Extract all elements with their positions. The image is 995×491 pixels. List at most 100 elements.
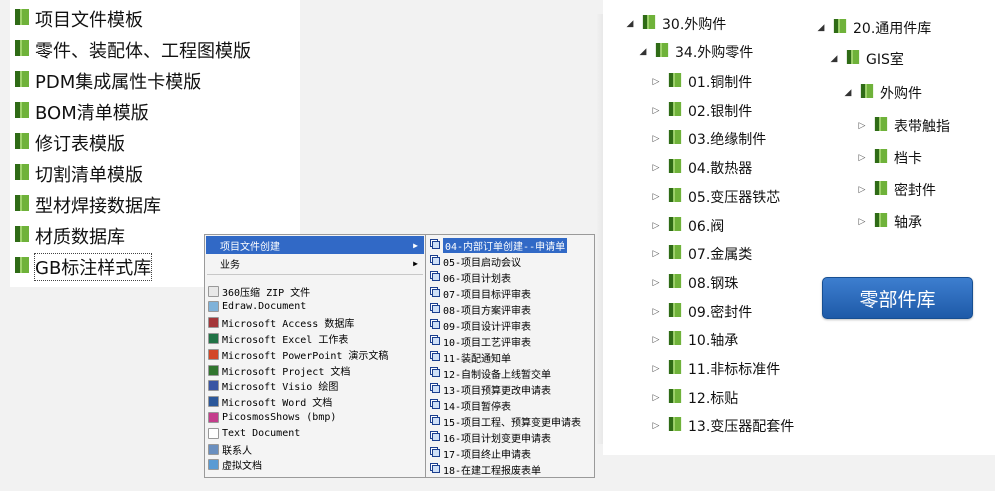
menu-item-label: Microsoft Word 文档 <box>222 398 333 410</box>
expand-arrow-icon[interactable]: ▷ <box>650 307 662 317</box>
submenu-item[interactable]: 18-在建工程报废表单 <box>427 461 594 477</box>
expand-arrow-icon[interactable]: ▷ <box>650 221 662 231</box>
tree-node-part-category[interactable]: ▷ 13.变压器配套件 <box>650 414 794 438</box>
submenu-item-label: 13-项目预算更改申请表 <box>443 385 552 397</box>
new-file-menu-item[interactable]: 联系人 <box>206 441 424 457</box>
new-file-menu-item[interactable]: 虚拟文档 <box>206 457 424 473</box>
menu-item-business[interactable]: 业务 ▶ <box>206 254 424 272</box>
new-file-menu-item[interactable]: PicosmosShows (bmp) <box>206 409 424 425</box>
submenu-item[interactable]: 16-项目计划变更申请表 <box>427 429 594 445</box>
new-file-menu-item[interactable]: 360压缩 ZIP 文件 <box>206 283 424 299</box>
tree-node-purchased-parts[interactable]: ◢ 外购件 <box>842 81 922 105</box>
expand-arrow-icon[interactable]: ▷ <box>856 153 868 163</box>
folder-item[interactable]: BOM清单模版 <box>14 97 149 127</box>
tree-node-part-category[interactable]: ▷ 04.散热器 <box>650 156 752 180</box>
parts-library-button[interactable]: 零部件库 <box>822 277 973 319</box>
folder-icon <box>14 225 30 248</box>
expand-arrow-icon[interactable]: ▷ <box>650 421 662 431</box>
tree-node-general-root[interactable]: ◢ 20.通用件库 <box>815 16 931 40</box>
expand-arrow-icon[interactable]: ▷ <box>650 364 662 374</box>
tree-node-part-category[interactable]: ▷ 03.绝缘制件 <box>650 127 766 151</box>
submenu-item[interactable]: 14-项目暂停表 <box>427 397 594 413</box>
tree-node-label: 07.金属类 <box>688 247 753 264</box>
collapse-arrow-icon[interactable]: ◢ <box>828 54 840 64</box>
expand-arrow-icon[interactable]: ▷ <box>650 163 662 173</box>
collapse-arrow-icon[interactable]: ◢ <box>637 47 649 57</box>
folder-label: 型材焊接数据库 <box>35 196 161 217</box>
expand-arrow-icon[interactable]: ▷ <box>856 185 868 195</box>
expand-arrow-icon[interactable]: ▷ <box>650 192 662 202</box>
expand-arrow-icon[interactable]: ▷ <box>650 134 662 144</box>
expand-arrow-icon[interactable]: ▷ <box>650 393 662 403</box>
expand-arrow-icon[interactable]: ▷ <box>650 249 662 259</box>
new-file-menu-item[interactable]: Text Document <box>206 425 424 441</box>
submenu-item[interactable]: 10-项目工艺评审表 <box>427 333 594 349</box>
expand-arrow-icon[interactable]: ▷ <box>650 77 662 87</box>
folder-label: 零件、装配体、工程图模版 <box>35 41 251 62</box>
submenu-item[interactable]: 13-项目预算更改申请表 <box>427 381 594 397</box>
tree-node-part-category[interactable]: ▷ 06.阀 <box>650 214 724 238</box>
expand-arrow-icon[interactable]: ▷ <box>650 335 662 345</box>
expand-arrow-icon[interactable]: ▷ <box>650 106 662 116</box>
collapse-arrow-icon[interactable]: ◢ <box>842 88 854 98</box>
tree-node-part-category[interactable]: ▷ 轴承 <box>856 210 922 234</box>
submenu-item[interactable]: 06-项目计划表 <box>427 269 594 285</box>
new-file-menu-item[interactable]: Microsoft Word 文档 <box>206 394 424 410</box>
folder-icon <box>14 163 30 186</box>
submenu-item[interactable]: 11-装配通知单 <box>427 349 594 365</box>
folder-icon <box>668 330 682 350</box>
new-file-menu-item[interactable]: Microsoft Project 文档 <box>206 362 424 378</box>
collapse-arrow-icon[interactable]: ◢ <box>624 19 636 29</box>
submenu-item[interactable]: 07-项目目标评审表 <box>427 285 594 301</box>
folder-item[interactable]: GB标注样式库 <box>14 252 153 282</box>
tree-node-part-category[interactable]: ▷ 01.铜制件 <box>650 70 752 94</box>
submenu-item[interactable]: 08-项目方案评审表 <box>427 301 594 317</box>
file-type-icon <box>208 332 219 344</box>
folder-icon <box>874 212 888 232</box>
folder-item[interactable]: 修订表模版 <box>14 128 125 158</box>
folder-item[interactable]: 零件、装配体、工程图模版 <box>14 35 251 65</box>
tree-node-part-category[interactable]: ▷ 10.轴承 <box>650 328 738 352</box>
folder-item[interactable]: 项目文件模板 <box>14 4 143 34</box>
submenu-item[interactable]: 12-自制设备上线暂交单 <box>427 365 594 381</box>
tree-node-gis-room[interactable]: ◢ GIS室 <box>828 47 904 71</box>
document-icon <box>430 238 440 252</box>
tree-node-part-category[interactable]: ▷ 11.非标标准件 <box>650 357 780 381</box>
submenu-item[interactable]: 09-项目设计评审表 <box>427 317 594 333</box>
tree-node-part-category[interactable]: ▷ 档卡 <box>856 146 922 170</box>
folder-icon <box>14 132 30 155</box>
new-file-menu-item[interactable]: Microsoft Visio 绘图 <box>206 378 424 394</box>
document-icon <box>430 414 440 428</box>
expand-arrow-icon[interactable]: ▷ <box>856 217 868 227</box>
submenu-item[interactable]: 04-内部订单创建--申请单 <box>427 237 594 253</box>
tree-node-purchased-child[interactable]: ◢ 34.外购零件 <box>637 40 753 64</box>
new-file-menu-item[interactable]: Microsoft PowerPoint 演示文稿 <box>206 346 424 362</box>
submenu-item[interactable]: 17-项目终止申请表 <box>427 445 594 461</box>
submenu-item[interactable]: 15-项目工程、预算变更申请表 <box>427 413 594 429</box>
document-icon <box>430 286 440 300</box>
new-file-menu-item[interactable]: Microsoft Excel 工作表 <box>206 330 424 346</box>
document-icon <box>430 462 440 476</box>
tree-node-purchased-root[interactable]: ◢ 30.外购件 <box>624 12 726 36</box>
folder-item[interactable]: 型材焊接数据库 <box>14 190 161 220</box>
tree-node-part-category[interactable]: ▷ 09.密封件 <box>650 300 752 324</box>
submenu-item[interactable]: 05-项目启动会议 <box>427 253 594 269</box>
submenu-item-label: 11-装配通知单 <box>443 353 512 365</box>
expand-arrow-icon[interactable]: ▷ <box>856 121 868 131</box>
tree-node-part-category[interactable]: ▷ 08.钢珠 <box>650 271 738 295</box>
collapse-arrow-icon[interactable]: ◢ <box>815 23 827 33</box>
tree-node-part-category[interactable]: ▷ 12.标贴 <box>650 386 738 410</box>
folder-icon <box>14 194 30 217</box>
expand-arrow-icon[interactable]: ▷ <box>650 278 662 288</box>
folder-item[interactable]: PDM集成属性卡模版 <box>14 66 201 96</box>
tree-node-part-category[interactable]: ▷ 表带触指 <box>856 114 950 138</box>
folder-item[interactable]: 材质数据库 <box>14 221 125 251</box>
folder-item[interactable]: 切割清单模版 <box>14 159 143 189</box>
new-file-menu-item[interactable]: Edraw.Document <box>206 299 424 315</box>
tree-node-part-category[interactable]: ▷ 02.银制件 <box>650 99 752 123</box>
tree-node-part-category[interactable]: ▷ 05.变压器铁芯 <box>650 185 780 209</box>
tree-node-part-category[interactable]: ▷ 密封件 <box>856 178 936 202</box>
menu-item-project-file-create[interactable]: 项目文件创建 ▶ <box>206 236 424 254</box>
tree-node-part-category[interactable]: ▷ 07.金属类 <box>650 242 752 266</box>
new-file-menu-item[interactable]: Microsoft Access 数据库 <box>206 315 424 331</box>
